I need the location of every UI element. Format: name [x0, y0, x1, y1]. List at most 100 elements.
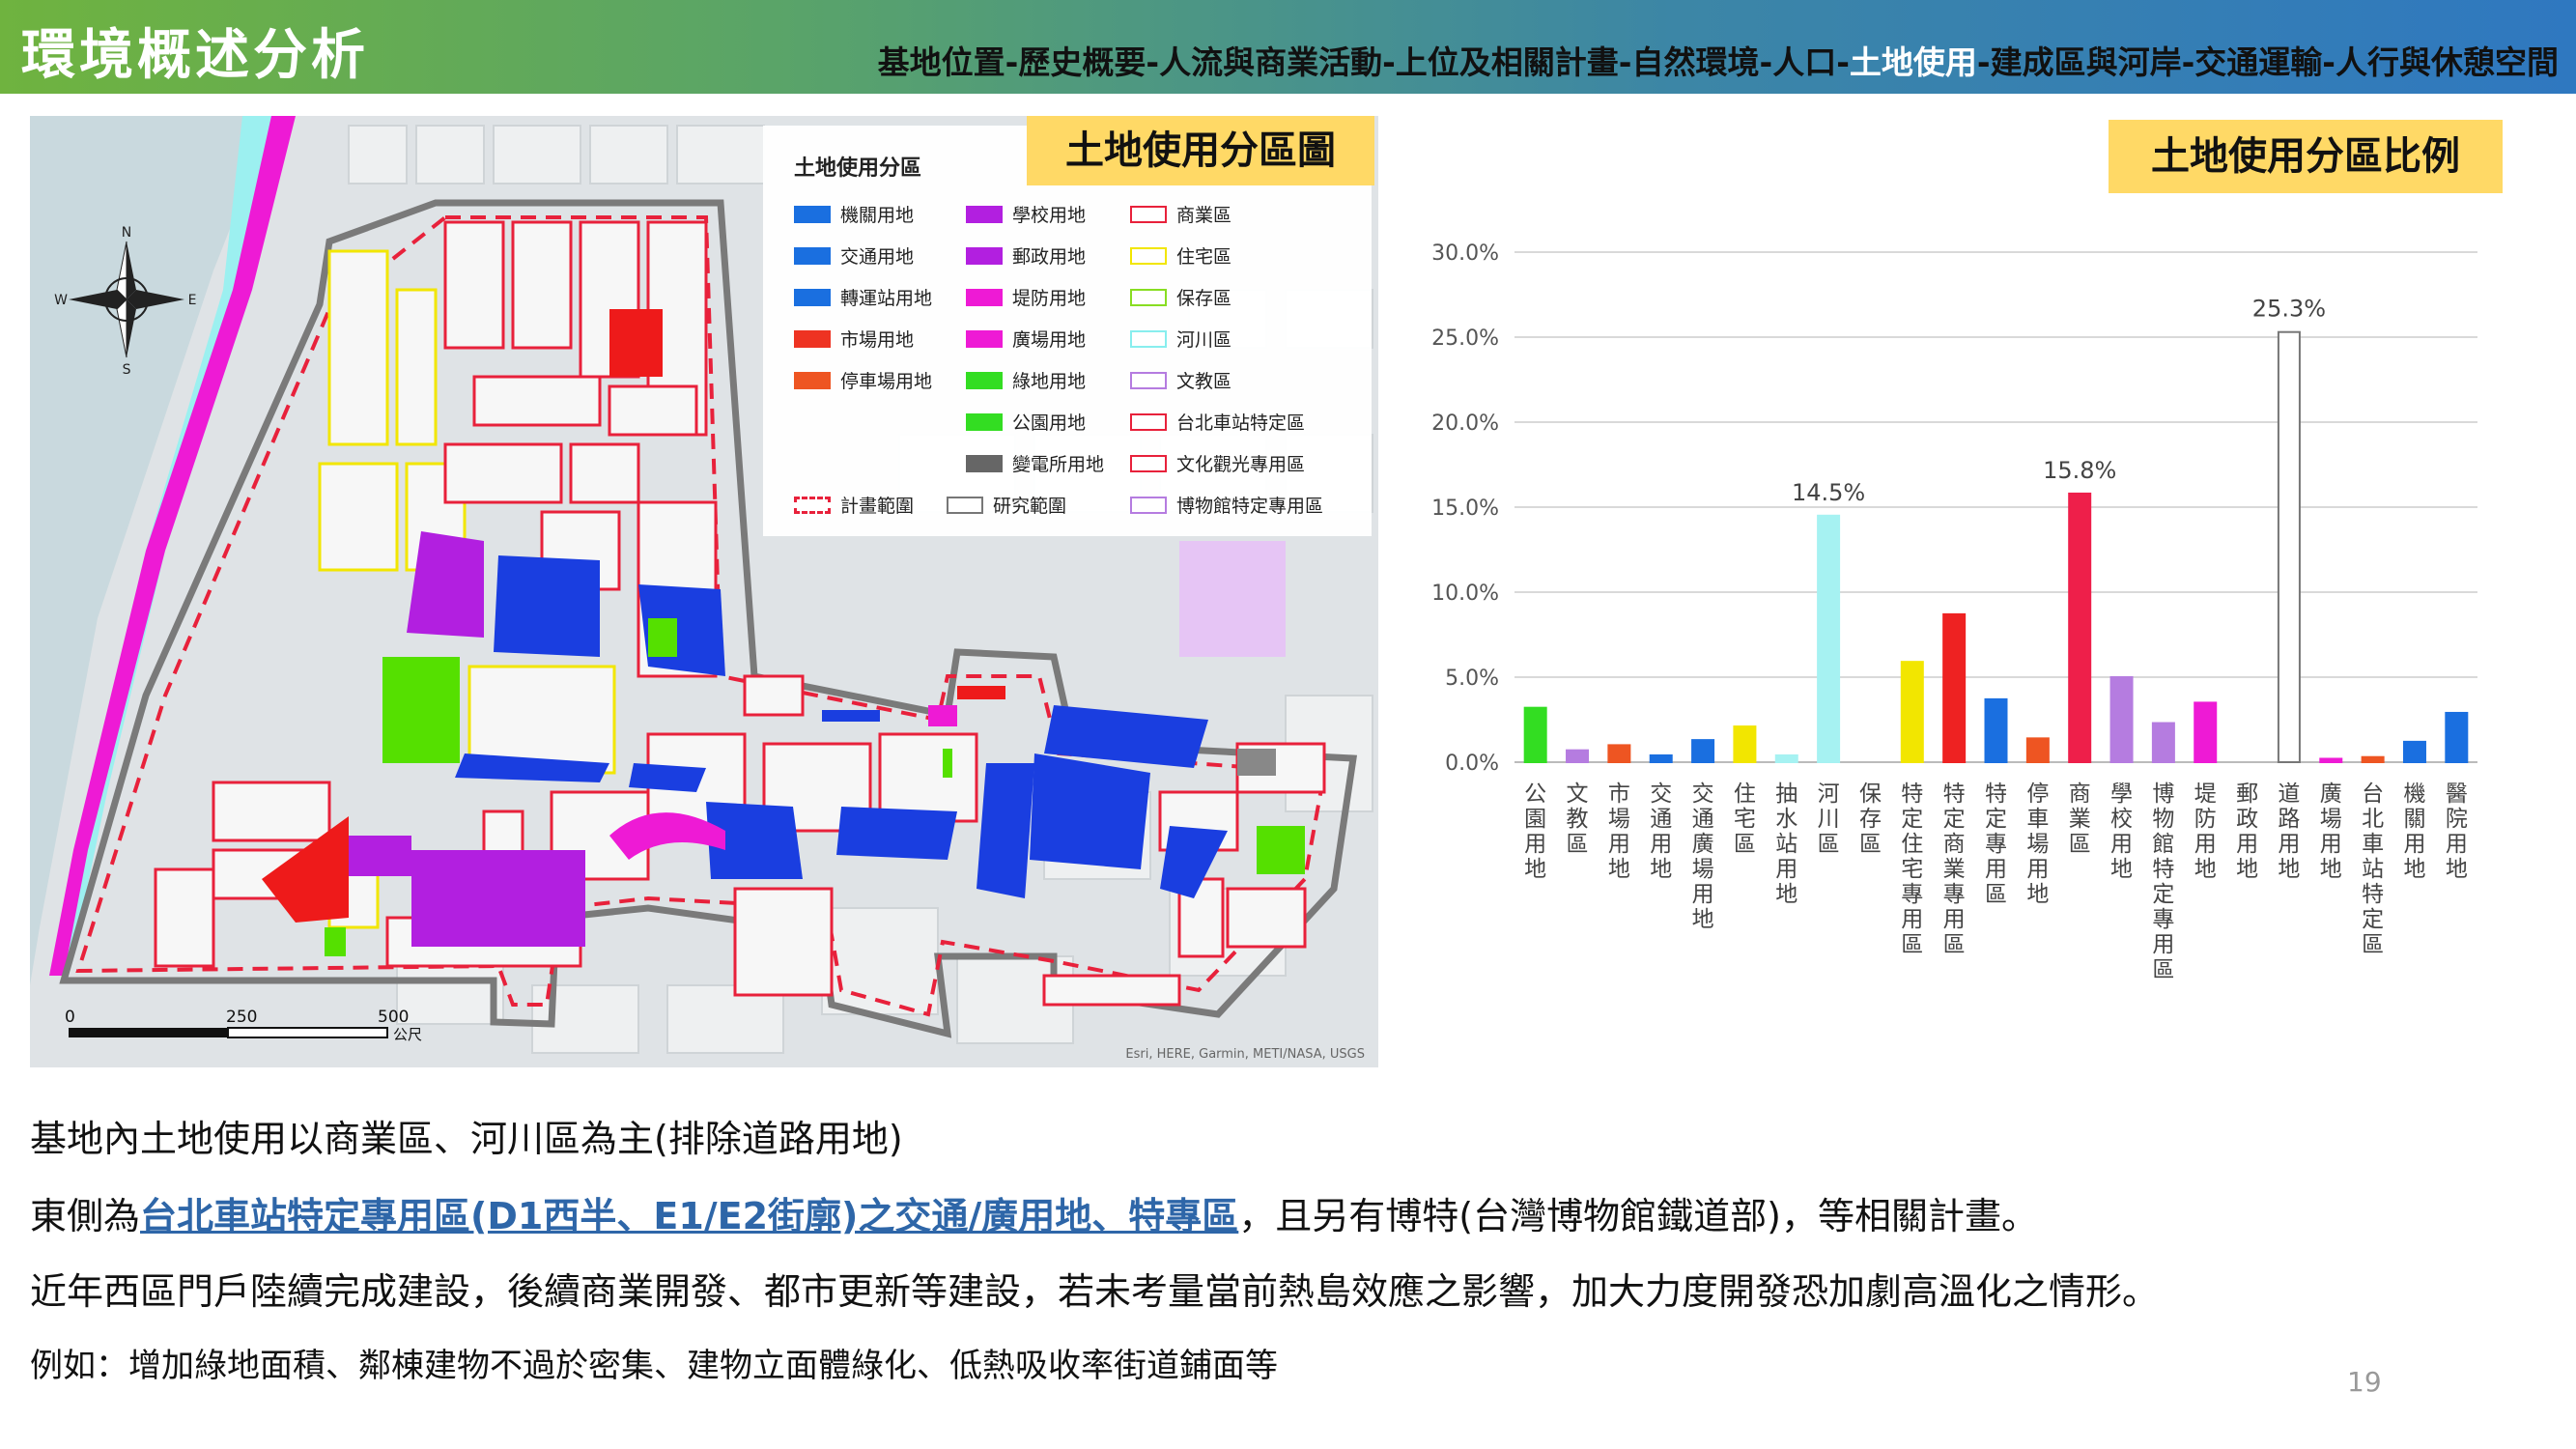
- legend-label: 停車場用地: [840, 371, 933, 392]
- legend-swatch: [966, 246, 1003, 265]
- x-tick-label-char: 地: [1692, 907, 1714, 932]
- breadcrumb-separator: -: [1146, 43, 1160, 81]
- breadcrumb-item[interactable]: 土地使用: [1850, 43, 1977, 81]
- x-tick-label-char: 區: [2362, 932, 2384, 957]
- legend-label: 學校用地: [1012, 205, 1087, 226]
- x-tick-label-char: 地: [1650, 857, 1672, 882]
- x-tick-label-char: 地: [1524, 857, 1546, 882]
- compass-n-label: N: [122, 225, 131, 241]
- body-line-3: 近年西區門戶陸續完成建設，後續商業開發、都市更新等建設，若未考量當前熱島效應之影…: [30, 1270, 2160, 1313]
- bar: [2277, 330, 2301, 763]
- bar: [2361, 755, 2385, 763]
- y-tick-label: 0.0%: [1445, 752, 1499, 776]
- x-tick-label-char: 專: [1943, 882, 1966, 907]
- x-tick-label-char: 水: [1775, 807, 1798, 832]
- x-tick-label-char: 區: [1943, 932, 1966, 957]
- x-tick-label-char: 停: [2026, 781, 2049, 807]
- x-tick-label-char: 區: [1985, 882, 2007, 907]
- legend-item: 文教區: [1130, 367, 1231, 392]
- legend-swatch: [966, 412, 1003, 431]
- breadcrumb-item[interactable]: 交通運輸: [2194, 43, 2322, 81]
- x-tick-label-char: 專: [1985, 832, 2007, 857]
- x-tick-label-char: 區: [1734, 832, 1756, 857]
- legend-swatch: [794, 205, 831, 223]
- bar: [1523, 706, 1547, 763]
- x-tick-label-char: 特: [2362, 882, 2384, 907]
- legend-item: 台北車站特定區: [1130, 409, 1306, 434]
- x-tick-label-char: 專: [2152, 907, 2174, 932]
- breadcrumb-item[interactable]: 基地位置: [878, 43, 1005, 81]
- bar: [2151, 722, 2175, 764]
- x-tick-label-char: 用: [1692, 882, 1714, 907]
- bar: [1984, 697, 2008, 764]
- x-tick-label-char: 用: [1901, 907, 1923, 932]
- bar: [2068, 492, 2092, 763]
- breadcrumb-item[interactable]: 上位及相關計畫: [1396, 43, 1619, 81]
- x-tick-label-char: 交: [1650, 781, 1672, 807]
- x-tick-label-char: 用: [2403, 832, 2425, 857]
- x-tick-label-char: 存: [1859, 807, 1882, 832]
- x-tick-label-char: 區: [1567, 832, 1589, 857]
- bar: [1607, 744, 1631, 764]
- legend-swatch: [947, 496, 983, 514]
- breadcrumb-item[interactable]: 建成區與河岸: [1991, 43, 2182, 81]
- legend-label: 郵政用地: [1012, 246, 1087, 268]
- x-tick-label-char: 通: [1650, 807, 1672, 832]
- y-tick-label: 15.0%: [1431, 497, 1499, 521]
- x-tick-label-char: 區: [1818, 832, 1840, 857]
- x-tick-label-char: 站: [1775, 832, 1798, 857]
- x-tick-label-char: 川: [1818, 807, 1840, 832]
- legend-swatch: [794, 246, 831, 265]
- y-tick-label: 10.0%: [1431, 582, 1499, 606]
- x-tick-label-char: 地: [2403, 857, 2425, 882]
- x-tick-label-char: 地: [2446, 857, 2468, 882]
- breadcrumb-item[interactable]: 人口: [1772, 43, 1836, 81]
- legend-label: 轉運站用地: [840, 288, 933, 309]
- header-bar: 環境概述分析 基地位置-歷史概要-人流與商業活動-上位及相關計畫-自然環境-人口…: [0, 0, 2576, 94]
- legend-label: 台北車站特定區: [1176, 412, 1306, 434]
- x-tick-label-char: 用: [2320, 832, 2342, 857]
- legend-swatch: [794, 288, 831, 306]
- x-tick-label-char: 用: [2110, 832, 2133, 857]
- breadcrumb-item[interactable]: 人行與休憩空間: [2335, 43, 2559, 81]
- x-tick-label-char: 教: [1567, 807, 1589, 832]
- legend-item: 交通用地: [794, 242, 914, 268]
- x-tick-label-char: 交: [1692, 781, 1714, 807]
- compass-w-label: W: [54, 293, 68, 308]
- legend-item: 博物館特定專用區: [1130, 492, 1323, 517]
- legend-swatch: [1130, 246, 1167, 265]
- map-legend: 土地使用分區 機關用地 交通用地 轉運站用地 市場用地 停車場用地 學校用地 郵政用地 堤防用…: [763, 126, 1372, 536]
- x-tick-label-char: 園: [1524, 807, 1546, 832]
- x-tick-label-char: 業: [2069, 807, 2091, 832]
- highlight-link[interactable]: 台北車站特定專用區(D1西半、E1/E2街廓)之交通/廣用地、特專區: [140, 1195, 1238, 1237]
- page-number: 19: [2347, 1366, 2382, 1398]
- x-tick-label-char: 文: [1567, 781, 1589, 807]
- x-tick-label-char: 用: [1985, 857, 2007, 882]
- x-tick-label-char: 防: [2194, 807, 2217, 832]
- x-tick-label-char: 定: [1985, 807, 2007, 832]
- legend-label: 住宅區: [1176, 246, 1232, 268]
- y-tick-label: 20.0%: [1431, 412, 1499, 436]
- body-line-2: 東側為台北車站特定專用區(D1西半、E1/E2街廓)之交通/廣用地、特專區，且另…: [30, 1186, 2038, 1239]
- breadcrumb-item[interactable]: 歷史概要: [1018, 43, 1146, 81]
- legend-swatch: [1130, 288, 1167, 306]
- breadcrumb-item[interactable]: 自然環境: [1631, 43, 1759, 81]
- legend-label: 研究範圍: [993, 496, 1067, 517]
- legend-swatch: [1130, 454, 1167, 472]
- x-tick-label-char: 特: [1985, 781, 2007, 807]
- legend-label: 綠地用地: [1012, 371, 1087, 392]
- data-label: 14.5%: [1792, 479, 1865, 506]
- x-tick-label-char: 用: [2152, 932, 2174, 957]
- breadcrumb-item[interactable]: 人流與商業活動: [1159, 43, 1382, 81]
- chart-title: 土地使用分區比例: [2109, 120, 2503, 193]
- breadcrumb-separator: -: [2181, 43, 2195, 81]
- x-tick-label-char: 郵: [2236, 781, 2258, 807]
- x-tick-label-char: 抽: [1775, 781, 1798, 807]
- breadcrumb-separator: -: [2322, 43, 2335, 81]
- x-tick-label-char: 用: [2446, 832, 2468, 857]
- legend-item: 商業區: [1130, 201, 1231, 226]
- x-tick-label-char: 定: [2152, 882, 2174, 907]
- x-tick-label-char: 台: [2362, 781, 2384, 807]
- x-tick-label-char: 站: [2362, 857, 2384, 882]
- x-tick-label-char: 商: [2069, 781, 2091, 807]
